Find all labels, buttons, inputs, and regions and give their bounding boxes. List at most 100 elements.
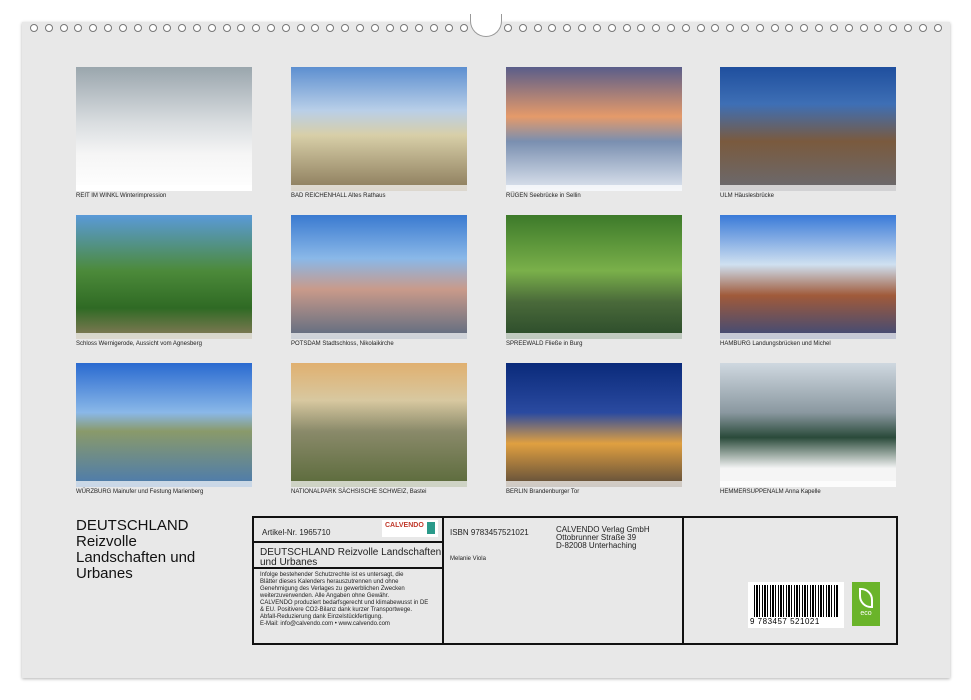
binding-hole [371, 24, 379, 32]
binding-hole [460, 24, 468, 32]
author: Melanie Viola [450, 556, 486, 562]
calendar-strip [76, 481, 252, 487]
binding-hole [637, 24, 645, 32]
binding-hole [548, 24, 556, 32]
binding-hole [726, 24, 734, 32]
title-line: Urbanes [76, 566, 195, 582]
barcode: 9 783457 521021 [748, 582, 844, 628]
binding-hole [134, 24, 142, 32]
leaf-icon [859, 588, 873, 608]
calendar-strip [720, 333, 896, 339]
binding-hole [815, 24, 823, 32]
photo-caption: RÜGEN Seebrücke in Sellin [506, 193, 581, 199]
photo-caption: ULM Häuslesbrücke [720, 193, 774, 199]
binding-hole [593, 24, 601, 32]
legal-line: Infolge bestehender Schutzrechte ist es … [260, 572, 428, 579]
calendar-strip [291, 481, 467, 487]
photo-caption: HAMBURG Landungsbrücken und Michel [720, 341, 831, 347]
address-line: D-82008 Unterhaching [556, 542, 650, 550]
binding-hole [563, 24, 571, 32]
calendar-strip [76, 333, 252, 339]
full-title: DEUTSCHLAND Reizvolle Landschaften und U… [260, 548, 460, 568]
binding-hole [697, 24, 705, 32]
binding-hole [830, 24, 838, 32]
month-photo [720, 67, 896, 191]
binding-hole [386, 24, 394, 32]
month-photo [291, 363, 467, 487]
photo-caption: BAD REICHENHALL Altes Rathaus [291, 193, 385, 199]
binding-hole [904, 24, 912, 32]
legal-line: Abfall-Reduzierung dank Einzelstückferti… [260, 614, 428, 621]
month-photo [76, 363, 252, 487]
month-photo [291, 215, 467, 339]
binding-hole [60, 24, 68, 32]
binding-hole [282, 24, 290, 32]
binding-hole [578, 24, 586, 32]
binding-hole [326, 24, 334, 32]
legal-line: E-Mail: info@calvendo.com • www.calvendo… [260, 621, 428, 628]
binding-hole [119, 24, 127, 32]
photo-caption: Schloss Wernigerode, Aussicht vom Agnesb… [76, 341, 202, 347]
calendar-strip [720, 185, 896, 191]
binding-hole [711, 24, 719, 32]
binding-hole [356, 24, 364, 32]
logo-text: CALVENDO [385, 522, 424, 529]
legal-line: & EU. Positivere CO2-Bilanz dank kurzer … [260, 607, 428, 614]
binding-hole [178, 24, 186, 32]
barcode-number: 9 783457 521021 [750, 617, 820, 626]
barcode-bars [754, 585, 838, 617]
month-photo [506, 215, 682, 339]
binding-hole [608, 24, 616, 32]
binding-hole [756, 24, 764, 32]
binding-hole [311, 24, 319, 32]
photo-caption: BERLIN Brandenburger Tor [506, 489, 579, 495]
month-photo [291, 67, 467, 191]
calvendo-logo: CALVENDO [382, 520, 438, 537]
binding-hole [341, 24, 349, 32]
binding-hole [104, 24, 112, 32]
binding-hole [874, 24, 882, 32]
binding-hole [519, 24, 527, 32]
calendar-title: DEUTSCHLAND Reizvolle Landschaften und U… [76, 518, 195, 582]
binding-hole [934, 24, 942, 32]
calendar-strip [291, 185, 467, 191]
binding-hole [860, 24, 868, 32]
binding-hole [919, 24, 927, 32]
calendar-strip [506, 185, 682, 191]
month-photo [720, 363, 896, 487]
logo-mark [427, 522, 435, 534]
calendar-strip [720, 481, 896, 487]
title-line: DEUTSCHLAND [76, 518, 195, 534]
article-number: Artikel-Nr. 1965710 [262, 528, 330, 537]
info-box: Artikel-Nr. 1965710 CALVENDO DEUTSCHLAND… [252, 516, 898, 645]
binding-hole [89, 24, 97, 32]
eco-label: eco [860, 610, 871, 617]
binding-hole [74, 24, 82, 32]
divider [682, 518, 684, 643]
photo-caption: NATIONALPARK SÄCHSISCHE SCHWEIZ, Bastei [291, 489, 426, 495]
calendar-strip [506, 333, 682, 339]
publisher-address: CALVENDO Verlag GmbH Ottobrunner Straße … [556, 526, 650, 550]
calendar-strip [76, 185, 252, 191]
photo-caption: SPREEWALD Fließe in Burg [506, 341, 582, 347]
eco-badge: eco [852, 582, 880, 626]
binding-hole [682, 24, 690, 32]
month-photo [76, 215, 252, 339]
binding-hole [845, 24, 853, 32]
divider [254, 541, 442, 543]
binding-hole [149, 24, 157, 32]
month-photo [506, 67, 682, 191]
divider [442, 518, 444, 643]
binding-hole [267, 24, 275, 32]
binding-hole [223, 24, 231, 32]
isbn: ISBN 9783457521021 [450, 528, 529, 537]
month-photo [506, 363, 682, 487]
calendar-strip [291, 333, 467, 339]
photo-caption: REIT IM WINKL Winterimpression [76, 193, 166, 199]
binding-hole [623, 24, 631, 32]
photo-caption: POTSDAM Stadtschloss, Nikolaikirche [291, 341, 394, 347]
month-photo [720, 215, 896, 339]
binding-hole [889, 24, 897, 32]
legal-line: Blätter dieses Kalenders herauszutrennen… [260, 579, 428, 586]
binding-hole [652, 24, 660, 32]
